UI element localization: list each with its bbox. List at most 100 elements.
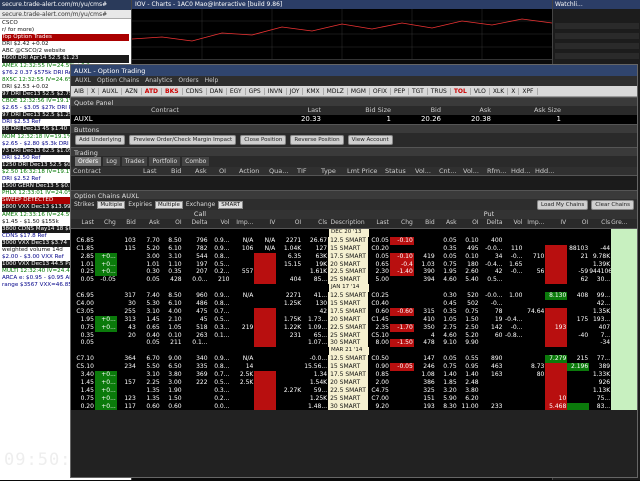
put-cell[interactable]: 142 xyxy=(480,324,504,332)
put-cell[interactable]: 389 xyxy=(589,363,611,371)
toolbar-button[interactable]: Preview Order/Check Margin Impact xyxy=(129,135,237,145)
order-column-header[interactable]: Status xyxy=(383,167,413,175)
call-cell[interactable]: 3.00 xyxy=(161,379,183,387)
put-cell[interactable]: C7.00 xyxy=(368,395,390,403)
put-cell[interactable]: 1.03 xyxy=(414,261,436,269)
put-column-header[interactable]: Delta xyxy=(480,219,504,228)
call-cell[interactable] xyxy=(254,268,277,277)
call-cell[interactable]: 313 xyxy=(117,316,137,324)
call-cell[interactable] xyxy=(230,403,254,411)
browser-url-bar[interactable]: secure.trade-alert.com/m/yu/cms# xyxy=(0,10,131,19)
put-column-header[interactable]: Last xyxy=(368,219,390,228)
put-cell[interactable]: 0.30 xyxy=(436,292,458,300)
call-cell[interactable]: 6.10 xyxy=(161,245,183,253)
call-cell[interactable]: 0.8... xyxy=(209,300,231,308)
call-cell[interactable]: 0.05 xyxy=(137,339,161,347)
call-cell[interactable] xyxy=(95,292,117,300)
put-cell[interactable]: 890 xyxy=(480,355,504,363)
clear-chains-button[interactable]: Clear Chains xyxy=(591,199,634,210)
call-cell[interactable]: 1.22K xyxy=(276,324,302,332)
call-cell[interactable]: 0.60 xyxy=(161,403,183,411)
call-cell[interactable]: +0... xyxy=(94,378,117,387)
put-cell[interactable] xyxy=(545,276,568,285)
call-cell[interactable]: 335 xyxy=(183,363,209,371)
call-cell[interactable]: 486 xyxy=(183,300,209,308)
call-cell[interactable]: 3.10 xyxy=(161,253,183,261)
order-column-header[interactable]: Vol... xyxy=(413,167,437,175)
put-cell[interactable]: 9.20 xyxy=(368,403,390,411)
call-cell[interactable]: 3.40 xyxy=(71,371,95,379)
call-cell[interactable] xyxy=(230,395,254,403)
put-cell[interactable]: C0.20 xyxy=(368,245,390,253)
order-column-header[interactable]: Bid xyxy=(169,167,193,175)
put-cell[interactable] xyxy=(567,387,589,395)
call-cell[interactable]: 0.8... xyxy=(209,363,231,371)
call-column-header[interactable]: OI xyxy=(276,219,302,228)
call-cell[interactable] xyxy=(95,300,117,308)
put-cell[interactable]: 147 xyxy=(414,355,436,363)
strike-description[interactable]: 22.5 SMART xyxy=(328,386,368,395)
put-cell[interactable] xyxy=(390,292,414,300)
call-cell[interactable]: 0.75 xyxy=(71,324,95,332)
call-cell[interactable]: +0... xyxy=(94,315,117,324)
call-cell[interactable]: +0... xyxy=(94,268,117,277)
call-cell[interactable]: 364 xyxy=(117,355,137,363)
put-cell[interactable]: 175 xyxy=(567,316,589,324)
put-cell[interactable]: 5.468 xyxy=(545,402,568,411)
put-cell[interactable] xyxy=(545,268,568,277)
strike-description[interactable]: 15 SMART xyxy=(328,300,368,308)
call-cell[interactable]: 369 xyxy=(183,371,209,379)
call-cell[interactable]: 0.1... xyxy=(183,339,209,347)
call-cell[interactable]: 1.07... xyxy=(302,339,328,347)
put-cell[interactable]: -0... xyxy=(480,300,504,308)
put-cell[interactable] xyxy=(545,386,568,395)
menu-item[interactable]: Option Chains xyxy=(97,77,139,85)
chain-row[interactable]: 1.45 +0... 157 2.25 3.00 222 0.5... 2.5K 1.54K 20… xyxy=(71,378,638,387)
call-cell[interactable]: 63K xyxy=(302,253,328,261)
put-cell[interactable]: -34 xyxy=(589,339,611,347)
put-cell[interactable]: 42... xyxy=(589,300,611,308)
call-cell[interactable]: 0.5... xyxy=(209,379,231,387)
call-cell[interactable] xyxy=(276,355,302,363)
order-column-header[interactable]: Action xyxy=(237,167,267,175)
put-cell[interactable]: 495 xyxy=(458,245,480,253)
call-cell[interactable]: 0.05 xyxy=(71,276,95,284)
call-cell[interactable]: 255 xyxy=(117,308,137,316)
put-cell[interactable]: 0.60 xyxy=(368,308,390,316)
call-cell[interactable]: 0.2... xyxy=(209,268,231,276)
call-cell[interactable] xyxy=(254,355,276,363)
put-cell[interactable]: 110 xyxy=(504,245,524,253)
greeks-header[interactable]: Gre... xyxy=(611,219,637,228)
call-cell[interactable]: 796 xyxy=(183,237,209,245)
put-cell[interactable]: 75... xyxy=(589,395,611,403)
put-cell[interactable]: 394 xyxy=(414,276,436,284)
put-cell[interactable]: 1.39K xyxy=(589,261,611,269)
put-cell[interactable]: 8.130 xyxy=(545,292,568,301)
call-cell[interactable]: 207 xyxy=(183,268,209,276)
put-cell[interactable]: 350 xyxy=(414,324,436,332)
put-cell[interactable]: 21 xyxy=(567,253,589,261)
call-cell[interactable]: 0.40 xyxy=(137,332,161,340)
put-cell[interactable]: -0.4... xyxy=(504,316,524,324)
put-cell[interactable] xyxy=(523,395,545,403)
put-cell[interactable] xyxy=(589,237,611,245)
call-cell[interactable]: 0.35 xyxy=(161,268,183,276)
call-cell[interactable]: C6.85 xyxy=(71,237,95,245)
put-cell[interactable]: 5.20 xyxy=(458,332,480,340)
put-cell[interactable]: 0.90 xyxy=(368,363,390,371)
put-cell[interactable] xyxy=(504,355,524,363)
put-cell[interactable]: 1.95 xyxy=(436,268,458,276)
call-cell[interactable] xyxy=(230,332,254,340)
call-cell[interactable]: 317 xyxy=(117,292,137,300)
put-cell[interactable]: 944106 xyxy=(589,268,611,276)
put-column-header[interactable]: Cls xyxy=(589,219,611,228)
put-cell[interactable]: 1.08 xyxy=(414,371,436,379)
put-column-header[interactable]: Bid xyxy=(414,219,436,228)
symbol-tab[interactable]: BKS xyxy=(162,87,183,95)
call-cell[interactable] xyxy=(254,331,277,340)
put-cell[interactable]: -1.50 xyxy=(389,339,414,348)
call-cell[interactable] xyxy=(276,363,302,371)
put-cell[interactable]: 5.40 xyxy=(458,276,480,284)
call-cell[interactable] xyxy=(254,315,277,324)
put-cell[interactable]: -0.0... xyxy=(480,245,504,253)
